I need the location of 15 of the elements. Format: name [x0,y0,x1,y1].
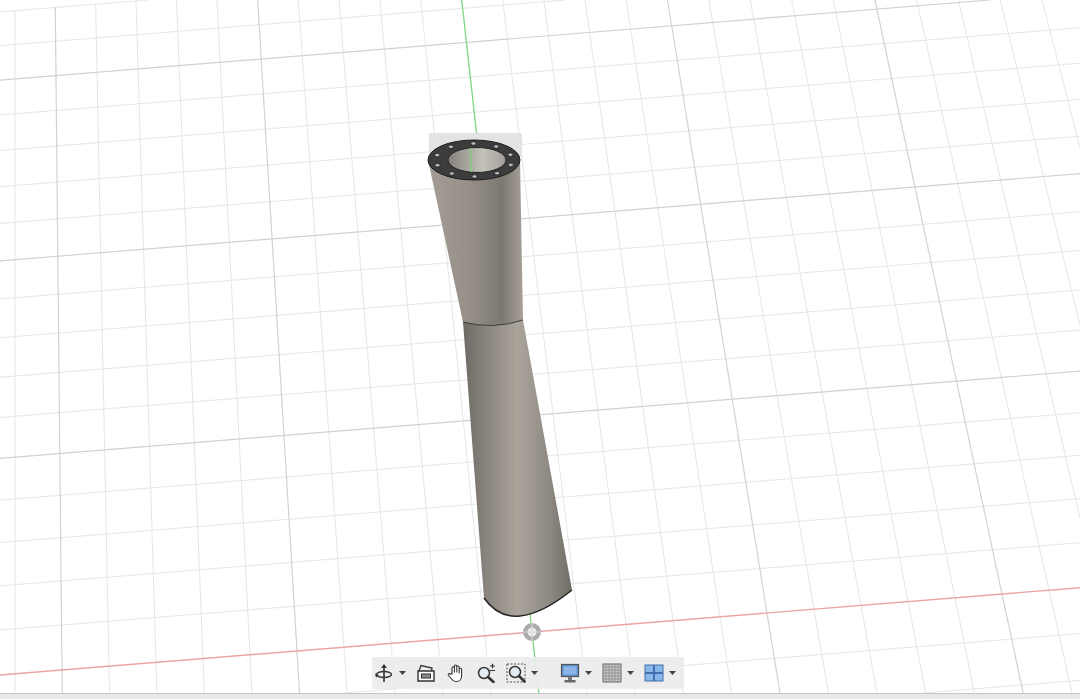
orbit-icon [374,663,394,683]
caret-icon [627,671,634,675]
caret-icon [399,671,406,675]
box-icon [416,663,436,683]
monitor-icon [560,663,580,683]
grid-icon [602,663,622,683]
four-panes-icon [644,663,664,683]
grid-button[interactable] [602,660,634,686]
magnifier-frame-icon [506,663,526,683]
caret-icon [669,671,676,675]
origin-icon [522,622,542,642]
caret-icon [585,671,592,675]
zoom-icon [476,663,496,683]
fit-button[interactable] [506,660,538,686]
caret-icon [531,671,538,675]
